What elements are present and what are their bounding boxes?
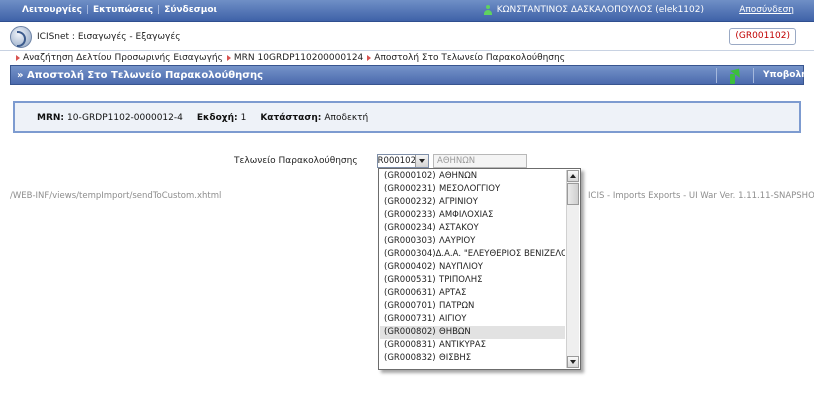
app-logo-icon bbox=[10, 26, 32, 48]
menu-bar: Λειτουργίες | Εκτυπώσεις | Σύνδεσμοι ΚΩΝ… bbox=[0, 0, 814, 22]
menu-separator: | bbox=[85, 5, 89, 15]
declaration-info: MRN: 10-GRDP1102-0000012-4 Εκδοχή: 1 Κατάσ… bbox=[37, 113, 382, 123]
office-option-name: ΠΑΤΡΩΝ bbox=[439, 301, 475, 311]
office-option-name: ΝΑΥΠΛΙΟΥ bbox=[439, 262, 483, 272]
chevron-down-icon[interactable] bbox=[415, 155, 428, 167]
breadcrumb-arrow-icon bbox=[226, 55, 231, 61]
office-option-code: (GR000701) bbox=[384, 301, 436, 311]
monitoring-office-combobox[interactable]: GR000102 bbox=[377, 154, 429, 168]
office-option-code: (GR000233) bbox=[384, 210, 436, 220]
office-option-code: (GR000102) bbox=[384, 171, 436, 181]
office-option-name: ΑΝΤΙΚΥΡΑΣ bbox=[439, 340, 486, 350]
main-menu: Λειτουργίες | Εκτυπώσεις | Σύνδεσμοι bbox=[22, 5, 217, 15]
office-option[interactable]: (GR000531) ΤΡΙΠΟΛΗΣ bbox=[380, 274, 565, 287]
customs-office-badge: (GR001102) bbox=[729, 28, 796, 45]
office-option-name: ΑΣΤΑΚΟΥ bbox=[439, 223, 479, 233]
office-option-name: ΑΡΤΑΣ bbox=[439, 288, 467, 298]
version-value: 1 bbox=[240, 113, 247, 123]
toolbar-divider bbox=[716, 68, 717, 83]
office-option-name: ΑΓΡΙΝΙΟΥ bbox=[439, 197, 478, 207]
office-option[interactable]: (GR000303) ΛΑΥΡΙΟΥ bbox=[380, 235, 565, 248]
office-option-name: ΛΑΥΡΙΟΥ bbox=[439, 236, 476, 246]
office-option[interactable]: (GR000701) ΠΑΤΡΩΝ bbox=[380, 300, 565, 313]
app-title: ICISnet : Εισαγωγές - Εξαγωγές bbox=[37, 32, 181, 42]
office-option[interactable]: (GR000832) ΘΙΣΒΗΣ bbox=[380, 352, 565, 365]
monitoring-office-code[interactable]: GR000102 bbox=[378, 156, 416, 166]
office-option-name: ΘΙΣΒΗΣ bbox=[439, 353, 472, 363]
office-option-name: ΑΜΦΙΛΟΧΙΑΣ bbox=[439, 210, 494, 220]
status-label: Κατάσταση: bbox=[260, 113, 322, 123]
office-option[interactable]: (GR000402) ΝΑΥΠΛΙΟΥ bbox=[380, 261, 565, 274]
page: Λειτουργίες | Εκτυπώσεις | Σύνδεσμοι ΚΩΝ… bbox=[0, 0, 814, 405]
version-label: Εκδοχή: bbox=[196, 113, 238, 123]
app-header: ICISnet : Εισαγωγές - Εξαγωγές (GR001102… bbox=[0, 23, 814, 51]
logout-link[interactable]: Αποσύνδεση bbox=[739, 5, 794, 15]
user-name: ΚΩΝΣΤΑΝΤΙΝΟΣ ΔΑΣΚΑΛΟΠΟΥΛΟΣ (elek1102) bbox=[496, 5, 704, 15]
office-option-code: (GR000731) bbox=[384, 314, 436, 324]
page-title-bar: » Αποστολή Στο Τελωνείο Παρακολούθησης Υ… bbox=[10, 65, 808, 85]
user-info: ΚΩΝΣΤΑΝΤΙΝΟΣ ΔΑΣΚΑΛΟΠΟΥΛΟΣ (elek1102) bbox=[483, 5, 704, 15]
breadcrumb-item: Αποστολή Στο Τελωνείο Παρακολούθησης bbox=[367, 53, 565, 63]
office-option[interactable]: (GR000304) Δ.Α.Α. "ΕΛΕΥΘΕΡΙΟΣ ΒΕΝΙΖΕΛΟΣ" bbox=[380, 248, 565, 261]
status-value: Αποδεκτή bbox=[324, 113, 369, 123]
monitoring-office-label: Τελωνείο Παρακολούθησης bbox=[234, 156, 358, 166]
office-option-code: (GR000531) bbox=[384, 275, 436, 285]
breadcrumb-arrow-icon bbox=[16, 55, 20, 61]
breadcrumb-item[interactable]: MRN 10GRDP110200000124 bbox=[226, 53, 363, 63]
office-option-code: (GR000402) bbox=[384, 262, 436, 272]
office-options: (GR000102) ΑΘΗΝΩΝ (GR000231) ΜΕΣΟΛΟΓΓΙΟΥ (GR… bbox=[380, 170, 565, 365]
submit-arrow-icon[interactable] bbox=[727, 65, 744, 84]
office-option-name: ΘΗΒΩΝ bbox=[439, 327, 471, 337]
office-option-code: (GR000231) bbox=[384, 184, 436, 194]
office-option-code: (GR000234) bbox=[384, 223, 436, 233]
view-path: /WEB-INF/views/tempImport/sendToCustom.x… bbox=[10, 191, 222, 201]
office-option-code: (GR000832) bbox=[384, 353, 436, 363]
declaration-info-panel: MRN: 10-GRDP1102-0000012-4 Εκδοχή: 1 Κατάσ… bbox=[13, 101, 801, 133]
toolbar-divider bbox=[753, 68, 754, 83]
office-option[interactable]: (GR000232) ΑΓΡΙΝΙΟΥ bbox=[380, 196, 565, 209]
breadcrumb-arrow-icon bbox=[367, 55, 372, 61]
menu-item-links[interactable]: Σύνδεσμοι bbox=[164, 5, 217, 15]
office-option-code: (GR000304) bbox=[384, 249, 436, 259]
app-version: ICIS - Imports Exports - UI War Ver. 1.1… bbox=[588, 191, 814, 201]
office-option[interactable]: (GR000731) ΑΙΓΙΟΥ bbox=[380, 313, 565, 326]
menu-separator: | bbox=[157, 5, 161, 15]
office-option-code: (GR000232) bbox=[384, 197, 436, 207]
office-option-code: (GR000802) bbox=[384, 327, 436, 337]
breadcrumb-item[interactable]: Αναζήτηση Δελτίου Προσωρινής Εισαγωγής bbox=[16, 53, 223, 63]
scroll-down-icon[interactable] bbox=[567, 356, 579, 368]
office-option[interactable]: (GR000234) ΑΣΤΑΚΟΥ bbox=[380, 222, 565, 235]
dropdown-scrollbar[interactable] bbox=[566, 170, 579, 368]
office-dropdown-list[interactable]: (GR000102) ΑΘΗΝΩΝ (GR000231) ΜΕΣΟΛΟΓΓΙΟΥ (GR… bbox=[378, 168, 581, 370]
mrn-value: 10-GRDP1102-0000012-4 bbox=[67, 113, 183, 123]
office-option-code: (GR000631) bbox=[384, 288, 436, 298]
office-option[interactable]: (GR000631) ΑΡΤΑΣ bbox=[380, 287, 565, 300]
office-option[interactable]: (GR000831) ΑΝΤΙΚΥΡΑΣ bbox=[380, 339, 565, 352]
office-option[interactable]: (GR000231) ΜΕΣΟΛΟΓΓΙΟΥ bbox=[380, 183, 565, 196]
scrollbar-thumb[interactable] bbox=[567, 183, 579, 205]
office-option[interactable]: (GR000802) ΘΗΒΩΝ bbox=[380, 326, 565, 339]
office-option[interactable]: (GR000102) ΑΘΗΝΩΝ bbox=[380, 170, 565, 183]
menu-item-operations[interactable]: Λειτουργίες bbox=[22, 5, 82, 15]
office-option-name: Δ.Α.Α. "ΕΛΕΥΘΕΡΙΟΣ ΒΕΝΙΖΕΛΟΣ" bbox=[435, 249, 565, 259]
office-option-name: ΑΘΗΝΩΝ bbox=[439, 171, 478, 181]
office-option-name: ΜΕΣΟΛΟΓΓΙΟΥ bbox=[439, 184, 501, 194]
scroll-up-icon[interactable] bbox=[567, 170, 579, 182]
page-title: » Αποστολή Στο Τελωνείο Παρακολούθησης bbox=[17, 70, 264, 81]
menu-item-prints[interactable]: Εκτυπώσεις bbox=[93, 5, 153, 15]
office-option[interactable]: (GR000233) ΑΜΦΙΛΟΧΙΑΣ bbox=[380, 209, 565, 222]
office-option-code: (GR000831) bbox=[384, 340, 436, 350]
user-icon bbox=[483, 5, 493, 15]
monitoring-office-name-field: ΑΘΗΝΩΝ bbox=[433, 154, 527, 168]
submit-button[interactable]: Υποβολή bbox=[763, 70, 808, 80]
office-option-name: ΑΙΓΙΟΥ bbox=[439, 314, 467, 324]
office-option-code: (GR000303) bbox=[384, 236, 436, 246]
breadcrumb: Αναζήτηση Δελτίου Προσωρινής Εισαγωγής M… bbox=[0, 52, 814, 64]
mrn-label: MRN: bbox=[37, 113, 65, 123]
office-option-name: ΤΡΙΠΟΛΗΣ bbox=[439, 275, 483, 285]
